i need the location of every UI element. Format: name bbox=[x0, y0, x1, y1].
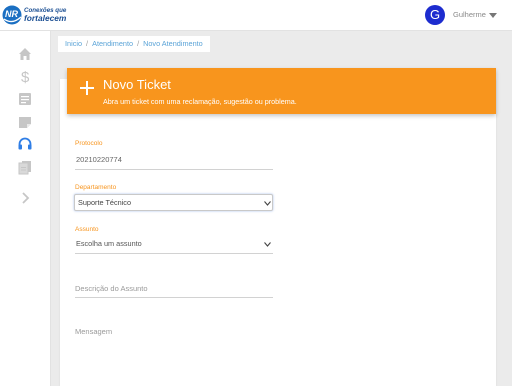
descricao-underline bbox=[75, 297, 273, 298]
assunto-value: Escolha um assunto bbox=[76, 239, 142, 248]
departamento-value: Suporte Técnico bbox=[78, 198, 132, 207]
ticket-form-card bbox=[60, 79, 496, 386]
breadcrumb-separator: / bbox=[137, 39, 140, 48]
svg-text:NR: NR bbox=[5, 9, 18, 19]
page-title: Novo Ticket bbox=[103, 77, 171, 92]
page-subtitle: Abra um ticket com uma reclamação, suges… bbox=[103, 97, 297, 106]
plus-icon bbox=[80, 81, 94, 95]
top-bar: NR Conexões que fortalecem G Gulherme bbox=[0, 0, 512, 31]
ticket-header: Novo Ticket Abra um ticket com uma recla… bbox=[67, 68, 496, 114]
chevron-down-icon bbox=[264, 201, 271, 206]
assunto-label: Assunto bbox=[75, 226, 99, 233]
breadcrumb-separator: / bbox=[86, 39, 89, 48]
mensagem-textarea[interactable]: Mensagem bbox=[75, 327, 112, 336]
folded-note-icon[interactable] bbox=[17, 114, 33, 130]
chevron-right-icon[interactable] bbox=[17, 190, 33, 206]
dollar-icon[interactable]: $ bbox=[17, 68, 33, 84]
descricao-input[interactable]: Descrição do Assunto bbox=[75, 284, 148, 293]
stacked-documents-icon[interactable] bbox=[17, 159, 33, 175]
assunto-underline bbox=[75, 253, 273, 254]
user-name[interactable]: Gulherme bbox=[453, 10, 486, 19]
breadcrumb-item-inicio[interactable]: Inicio bbox=[65, 39, 82, 48]
headset-icon[interactable] bbox=[17, 136, 33, 152]
user-avatar[interactable]: G bbox=[425, 5, 445, 25]
breadcrumb-item-atendimento[interactable]: Atendimento bbox=[92, 39, 133, 48]
departamento-label: Departamento bbox=[75, 184, 117, 191]
assunto-select[interactable]: Escolha um assunto bbox=[74, 236, 273, 252]
chevron-down-icon bbox=[264, 242, 271, 247]
logo-text: Conexões que fortalecem bbox=[24, 7, 66, 23]
protocolo-underline bbox=[75, 169, 273, 170]
company-logo[interactable]: NR Conexões que fortalecem bbox=[2, 3, 66, 27]
svg-text:$: $ bbox=[21, 69, 30, 84]
logo-line-2: fortalecem bbox=[24, 13, 67, 23]
home-icon[interactable] bbox=[17, 46, 33, 62]
breadcrumb-item-novo-atendimento[interactable]: Novo Atendimento bbox=[143, 39, 203, 48]
user-menu-caret-icon[interactable] bbox=[489, 13, 497, 18]
document-list-icon[interactable] bbox=[17, 91, 33, 107]
breadcrumb: Inicio / Atendimento / Novo Atendimento bbox=[58, 36, 210, 52]
protocolo-field: 20210220774 bbox=[76, 155, 122, 164]
logo-mark-icon: NR bbox=[2, 5, 22, 25]
sidebar: $ bbox=[0, 31, 51, 386]
departamento-select[interactable]: Suporte Técnico bbox=[74, 194, 273, 211]
protocolo-label: Protocolo bbox=[75, 140, 103, 147]
